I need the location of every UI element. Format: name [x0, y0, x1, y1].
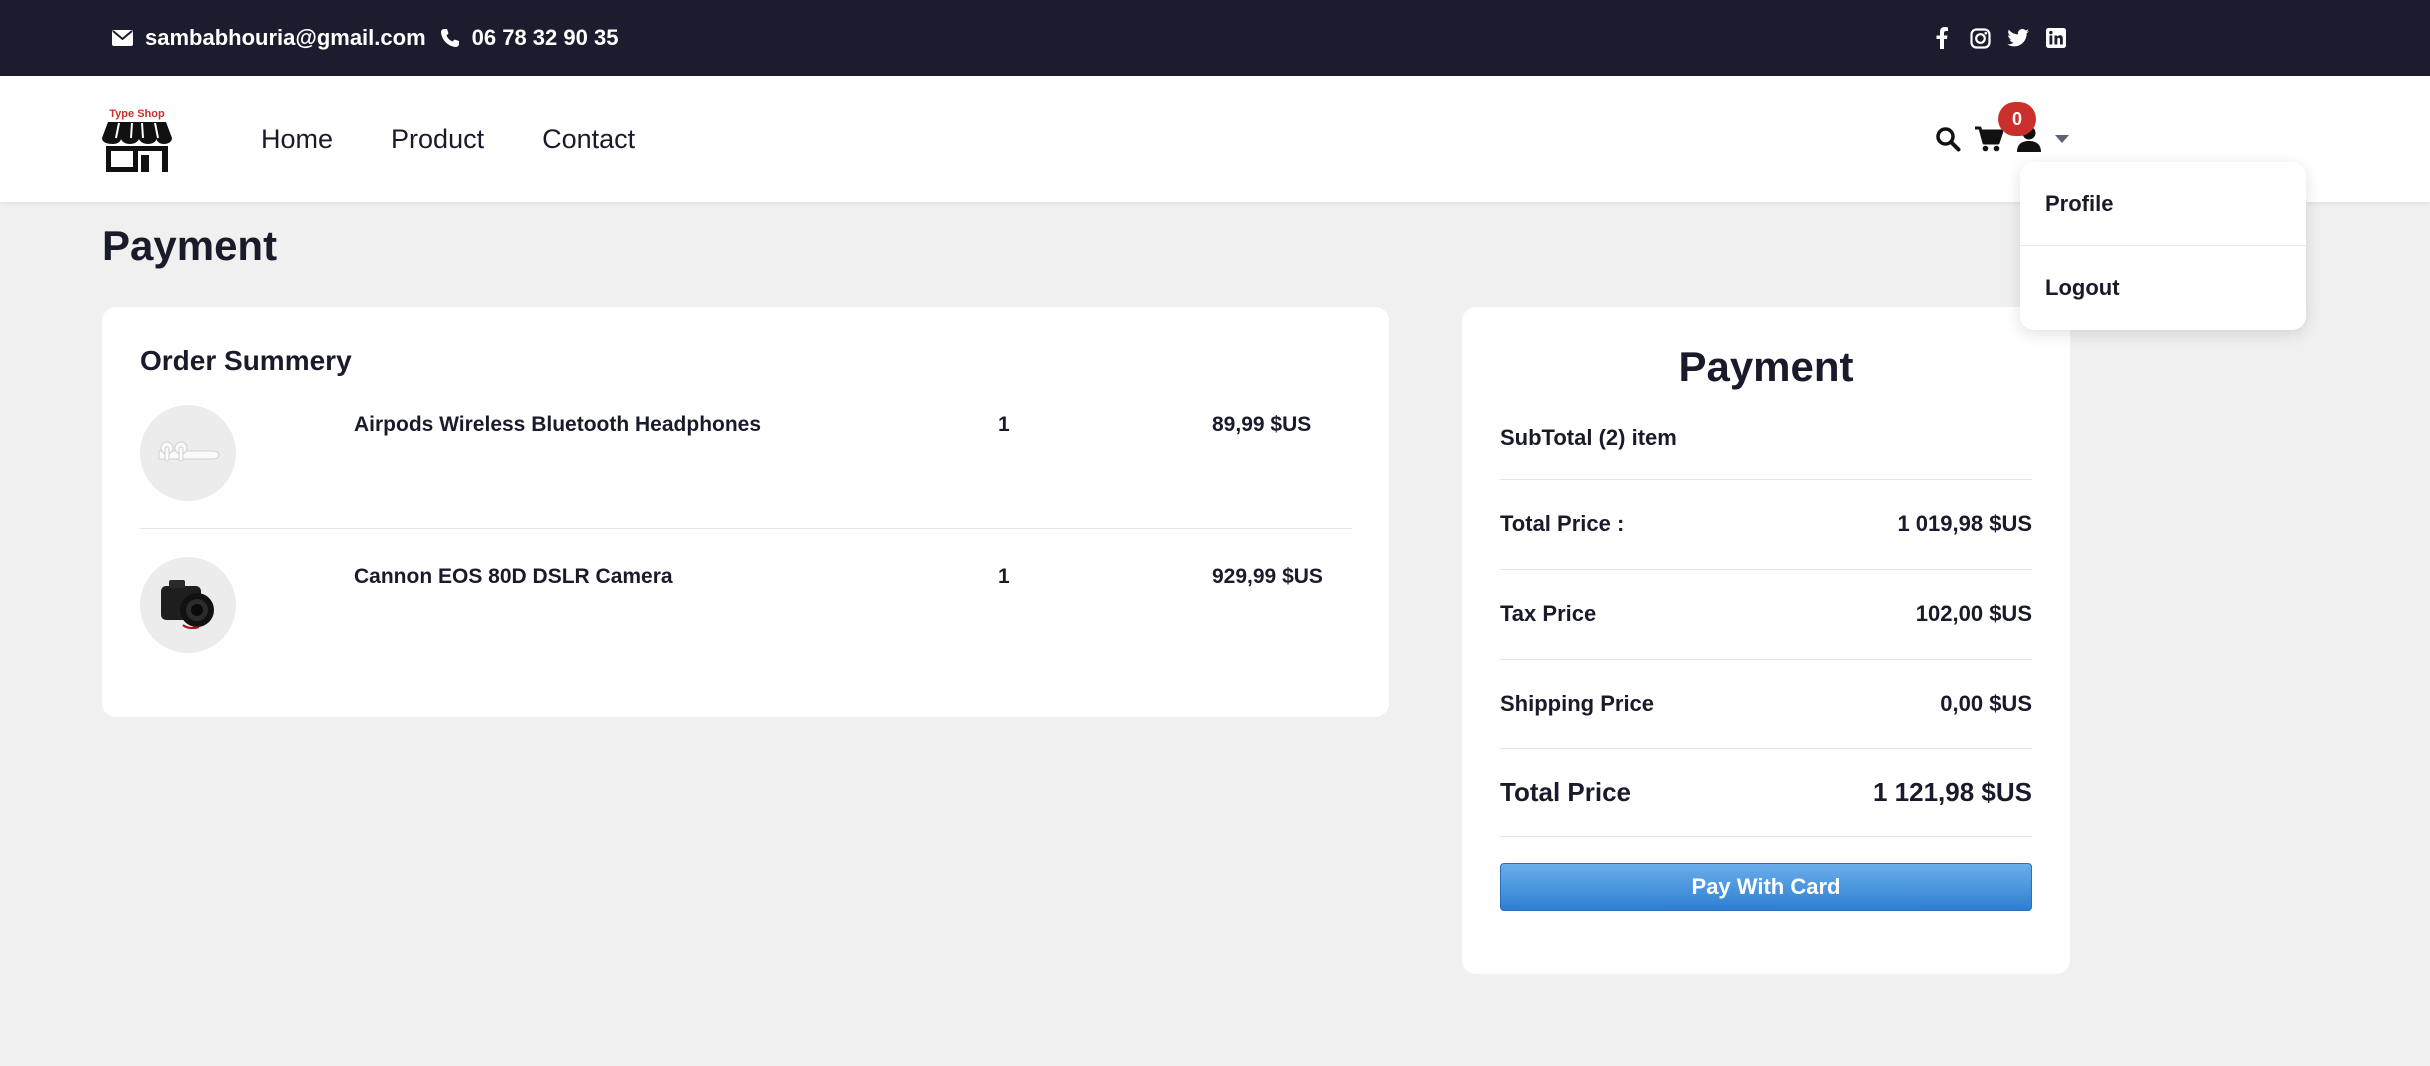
- shipping-row: Shipping Price 0,00 $US: [1500, 691, 2032, 717]
- email-text: sambabhouria@gmail.com: [145, 25, 426, 50]
- grand-total-value: 1 121,98 $US: [1872, 777, 2032, 807]
- storefront-icon: [102, 122, 172, 172]
- dropdown-item-logout[interactable]: Logout: [2045, 275, 2120, 301]
- payment-divider: [1500, 659, 2032, 660]
- order-summary-title: Order Summery: [140, 345, 352, 376]
- order-item-qty: 1: [998, 565, 1010, 588]
- payment-divider: [1500, 569, 2032, 570]
- order-item-name[interactable]: Cannon EOS 80D DSLR Camera: [354, 565, 673, 589]
- linkedin-icon[interactable]: [2044, 26, 2068, 50]
- social-links: [1930, 0, 2082, 76]
- items-total-value: 1 019,98 $US: [1897, 511, 2032, 536]
- tax-value: 102,00 $US: [1915, 601, 2032, 626]
- payment-divider: [1500, 748, 2032, 749]
- order-divider: [140, 528, 1352, 529]
- order-summary-card: Order Summery Airpods Wireless Bluetooth…: [102, 307, 1389, 717]
- phone-icon: [440, 29, 459, 47]
- shipping-value: 0,00 $US: [1940, 691, 2032, 716]
- nav-link-home[interactable]: Home: [261, 124, 333, 155]
- cart-count-badge: 0: [1998, 102, 2036, 136]
- pay-with-card-button[interactable]: Pay With Card: [1500, 863, 2032, 911]
- order-item: Cannon EOS 80D DSLR Camera 1 929,99 $US: [140, 557, 1352, 677]
- tax-label: Tax Price: [1500, 601, 1597, 626]
- grand-total-row: Total Price 1 121,98 $US: [1500, 777, 2032, 808]
- cart-icon[interactable]: [1975, 126, 2003, 152]
- search-icon[interactable]: [1935, 126, 1961, 152]
- user-dropdown-menu: Profile Logout: [2020, 162, 2306, 330]
- order-item-price: 89,99 $US: [1212, 413, 1312, 436]
- dropdown-item-profile[interactable]: Profile: [2045, 191, 2113, 217]
- shipping-label: Shipping Price: [1500, 691, 1655, 716]
- nav-link-product[interactable]: Product: [391, 124, 484, 155]
- product-thumbnail-camera[interactable]: [140, 557, 236, 653]
- order-item-name[interactable]: Airpods Wireless Bluetooth Headphones: [354, 413, 761, 437]
- payment-card-title: Payment: [1678, 343, 1854, 390]
- envelope-icon: [112, 30, 133, 46]
- order-item: Airpods Wireless Bluetooth Headphones 1 …: [140, 405, 1352, 525]
- order-item-price: 929,99 $US: [1212, 565, 1323, 588]
- product-thumbnail-airpods[interactable]: [140, 405, 236, 501]
- shop-logo[interactable]: Type Shop: [102, 108, 172, 172]
- items-total-label: Total Price :: [1500, 511, 1625, 536]
- items-total-row: Total Price : 1 019,98 $US: [1500, 511, 2032, 537]
- twitter-icon[interactable]: [2006, 26, 2030, 50]
- order-item-qty: 1: [998, 413, 1010, 436]
- payment-card: Payment SubTotal (2) item Total Price : …: [1462, 307, 2070, 974]
- grand-total-label: Total Price: [1500, 777, 1632, 807]
- phone-item: 06 78 32 90 35: [440, 25, 619, 51]
- page-title: Payment: [102, 222, 278, 269]
- payment-divider: [1500, 836, 2032, 837]
- payment-divider: [1500, 479, 2032, 480]
- instagram-icon[interactable]: [1968, 26, 1992, 50]
- subtotal-row: SubTotal (2) item: [1500, 425, 2032, 451]
- subtotal-label: SubTotal (2) item: [1500, 425, 1677, 450]
- nav-link-contact[interactable]: Contact: [542, 124, 635, 155]
- phone-text: 06 78 32 90 35: [471, 25, 619, 50]
- tax-row: Tax Price 102,00 $US: [1500, 601, 2032, 627]
- email-item: sambabhouria@gmail.com: [112, 25, 426, 51]
- top-bar: sambabhouria@gmail.com 06 78 32 90 35: [0, 0, 2430, 76]
- caret-down-icon[interactable]: [2055, 135, 2069, 143]
- brand-text: Type Shop: [109, 108, 165, 120]
- main-nav: Home Product Contact: [261, 76, 693, 202]
- facebook-icon[interactable]: [1930, 26, 1954, 50]
- dropdown-divider: [2020, 245, 2306, 246]
- contact-info: sambabhouria@gmail.com 06 78 32 90 35: [112, 0, 632, 76]
